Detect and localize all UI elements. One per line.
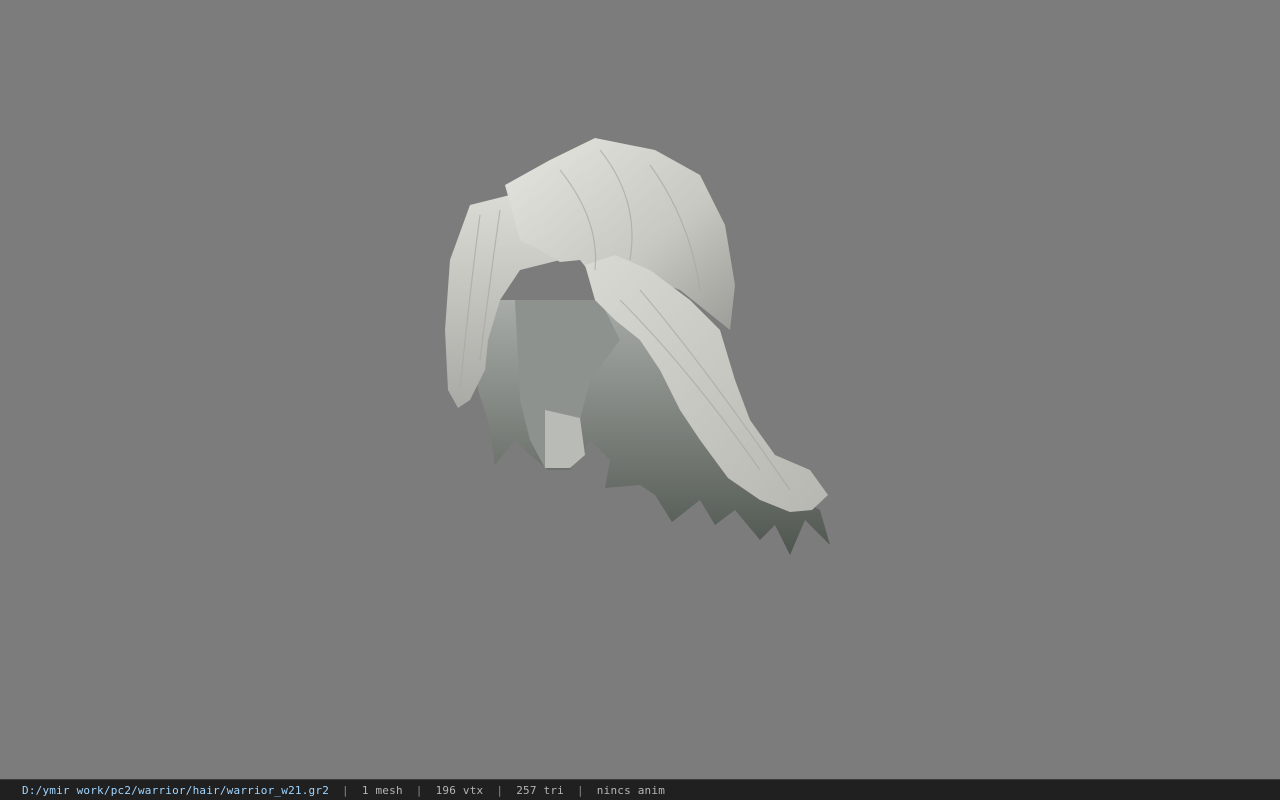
animation-status: nincs anim <box>596 783 666 797</box>
triangle-count: 257 tri <box>516 783 564 797</box>
hair-lock-center <box>545 410 585 468</box>
vertex-count: 196 vtx <box>435 783 484 797</box>
mesh-count: 1 mesh <box>361 783 403 797</box>
file-path: D:/ymir work/pc2/warrior/hair/warrior_w2… <box>22 783 330 797</box>
status-bar: D:/ymir work/pc2/warrior/hair/warrior_w2… <box>0 779 1280 800</box>
separator: | <box>576 783 584 797</box>
3d-viewport[interactable] <box>0 0 1280 779</box>
hair-model <box>445 138 830 555</box>
separator: | <box>496 783 504 797</box>
separator: | <box>415 783 423 797</box>
separator: | <box>342 783 349 797</box>
